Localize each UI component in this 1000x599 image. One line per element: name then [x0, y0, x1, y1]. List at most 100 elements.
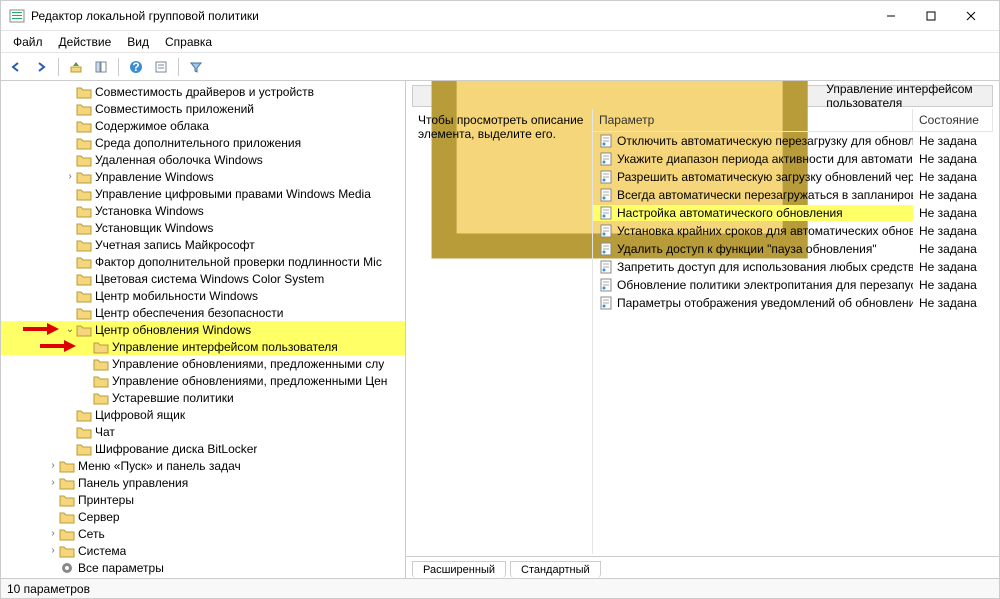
tree-item-label: Все параметры — [78, 561, 164, 575]
tree-item-label: Управление обновлениями, предложенными с… — [112, 357, 384, 371]
tree-item-label: Панель управления — [78, 476, 188, 490]
policy-state: Не задана — [913, 187, 993, 203]
policy-name-cell: Укажите диапазон периода активности для … — [593, 151, 913, 167]
tree-item[interactable]: Содержимое облака — [1, 117, 405, 134]
tree-item-label: Фактор дополнительной проверки подлиннос… — [95, 255, 382, 269]
expand-icon[interactable]: › — [47, 477, 59, 488]
close-button[interactable] — [951, 2, 991, 30]
policy-state: Не задана — [913, 151, 993, 167]
tabs: Расширенный Стандартный — [406, 556, 999, 578]
policy-row[interactable]: Обновление политики электропитания для п… — [593, 276, 993, 294]
tree-item[interactable]: ›Сеть — [1, 525, 405, 542]
tree-item[interactable]: Установщик Windows — [1, 219, 405, 236]
tree-item[interactable]: Цифровой ящик — [1, 406, 405, 423]
policy-name: Параметры отображения уведомлений об обн… — [617, 296, 913, 310]
tree-item[interactable]: Среда дополнительного приложения — [1, 134, 405, 151]
tree-item[interactable]: Фактор дополнительной проверки подлиннос… — [1, 253, 405, 270]
menu-file[interactable]: Файл — [5, 33, 51, 51]
tree-item-label: Среда дополнительного приложения — [95, 136, 301, 150]
tree-item-user-config[interactable]: ⌄Конфигурация пользователя — [1, 576, 405, 578]
policy-name-cell: Параметры отображения уведомлений об обн… — [593, 295, 913, 311]
tree-item-label: Установщик Windows — [95, 221, 213, 235]
tree-item-label: Чат — [95, 425, 115, 439]
expand-icon[interactable]: › — [47, 460, 59, 471]
policy-state: Не задана — [913, 205, 993, 221]
expand-icon[interactable]: › — [64, 171, 76, 182]
tree-item[interactable]: ⌄Центр обновления Windows — [1, 321, 405, 338]
policy-row[interactable]: Удалить доступ к функции "пауза обновлен… — [593, 240, 993, 258]
col-state[interactable]: Состояние — [913, 109, 993, 131]
policy-state: Не задана — [913, 277, 993, 293]
policy-row[interactable]: Отключить автоматическую перезагрузку дл… — [593, 132, 993, 150]
tree-item-label: Управление интерфейсом пользователя — [112, 340, 338, 354]
forward-button[interactable] — [30, 56, 52, 78]
tree-item[interactable]: Удаленная оболочка Windows — [1, 151, 405, 168]
policy-name: Обновление политики электропитания для п… — [617, 278, 913, 292]
expand-icon[interactable]: › — [47, 528, 59, 539]
tree-pane[interactable]: Совместимость драйверов и устройств Совме… — [1, 81, 406, 578]
tree-item-label: Совместимость приложений — [95, 102, 254, 116]
policy-name: Запретить доступ для использования любых… — [617, 260, 913, 274]
tree-item[interactable]: Цветовая система Windows Color System — [1, 270, 405, 287]
tree-item[interactable]: Учетная запись Майкрософт — [1, 236, 405, 253]
content-title: Управление интерфейсом пользователя — [826, 82, 986, 110]
policy-state: Не задана — [913, 259, 993, 275]
tab-standard[interactable]: Стандартный — [510, 561, 601, 578]
maximize-button[interactable] — [911, 2, 951, 30]
menu-view[interactable]: Вид — [119, 33, 157, 51]
tree-item-label: Центр обеспечения безопасности — [95, 306, 284, 320]
list-header: Параметр Состояние — [593, 109, 993, 132]
policy-row[interactable]: Установка крайних сроков для автоматичес… — [593, 222, 993, 240]
policy-name-cell: Разрешить автоматическую загрузку обновл… — [593, 169, 913, 185]
toolbar-separator — [178, 58, 179, 76]
tree-item-label: Совместимость драйверов и устройств — [95, 85, 314, 99]
tree-item[interactable]: › Меню «Пуск» и панель задач — [1, 457, 405, 474]
content-pane: Управление интерфейсом пользователя Чтоб… — [406, 81, 999, 578]
expand-icon[interactable]: › — [47, 545, 59, 556]
policy-state: Не задана — [913, 241, 993, 257]
properties-button[interactable] — [150, 56, 172, 78]
policy-state: Не задана — [913, 169, 993, 185]
policy-row[interactable]: Всегда автоматически перезагружаться в з… — [593, 186, 993, 204]
policy-row[interactable]: Разрешить автоматическую загрузку обновл… — [593, 168, 993, 186]
tree-item[interactable]: Управление цифровыми правами Windows Med… — [1, 185, 405, 202]
policy-state: Не задана — [913, 223, 993, 239]
tree-item-label: Управление обновлениями, предложенными Ц… — [112, 374, 387, 388]
tree-item[interactable]: Управление обновлениями, предложенными Ц… — [1, 372, 405, 389]
tree-item[interactable]: Принтеры — [1, 491, 405, 508]
tree-item[interactable]: Управление интерфейсом пользователя — [1, 338, 405, 355]
tree-item[interactable]: › Управление Windows — [1, 168, 405, 185]
tree-item[interactable]: Шифрование диска BitLocker — [1, 440, 405, 457]
expand-icon[interactable]: ⌄ — [64, 324, 76, 335]
tree-item[interactable]: Устаревшие политики — [1, 389, 405, 406]
tree-item[interactable]: Центр мобильности Windows — [1, 287, 405, 304]
tree-item[interactable]: › Панель управления — [1, 474, 405, 491]
tree-item-label: Меню «Пуск» и панель задач — [78, 459, 241, 473]
show-hide-tree-button[interactable] — [90, 56, 112, 78]
policy-state: Не задана — [913, 295, 993, 311]
policy-row[interactable]: Параметры отображения уведомлений об обн… — [593, 294, 993, 312]
policy-row[interactable]: Настройка автоматического обновленияНе з… — [593, 204, 993, 222]
policy-row[interactable]: Запретить доступ для использования любых… — [593, 258, 993, 276]
tab-extended[interactable]: Расширенный — [412, 561, 506, 578]
tree-item[interactable]: Чат — [1, 423, 405, 440]
list-rows[interactable]: Отключить автоматическую перезагрузку дл… — [593, 132, 993, 554]
up-button[interactable] — [65, 56, 87, 78]
menu-help[interactable]: Справка — [157, 33, 220, 51]
tree-item-label: Управление Windows — [95, 170, 214, 184]
tree-item[interactable]: ›Система — [1, 542, 405, 559]
tree-item[interactable]: Совместимость приложений — [1, 100, 405, 117]
tree-item[interactable]: Центр обеспечения безопасности — [1, 304, 405, 321]
back-button[interactable] — [5, 56, 27, 78]
tree-item[interactable]: Все параметры — [1, 559, 405, 576]
menu-action[interactable]: Действие — [51, 33, 120, 51]
tree-item[interactable]: Установка Windows — [1, 202, 405, 219]
tree-item[interactable]: Сервер — [1, 508, 405, 525]
minimize-button[interactable] — [871, 2, 911, 30]
tree-item[interactable]: Управление обновлениями, предложенными с… — [1, 355, 405, 372]
filter-button[interactable] — [185, 56, 207, 78]
policy-row[interactable]: Укажите диапазон периода активности для … — [593, 150, 993, 168]
tree-item[interactable]: Совместимость драйверов и устройств — [1, 83, 405, 100]
col-setting[interactable]: Параметр — [593, 109, 913, 131]
help-button[interactable]: ? — [125, 56, 147, 78]
